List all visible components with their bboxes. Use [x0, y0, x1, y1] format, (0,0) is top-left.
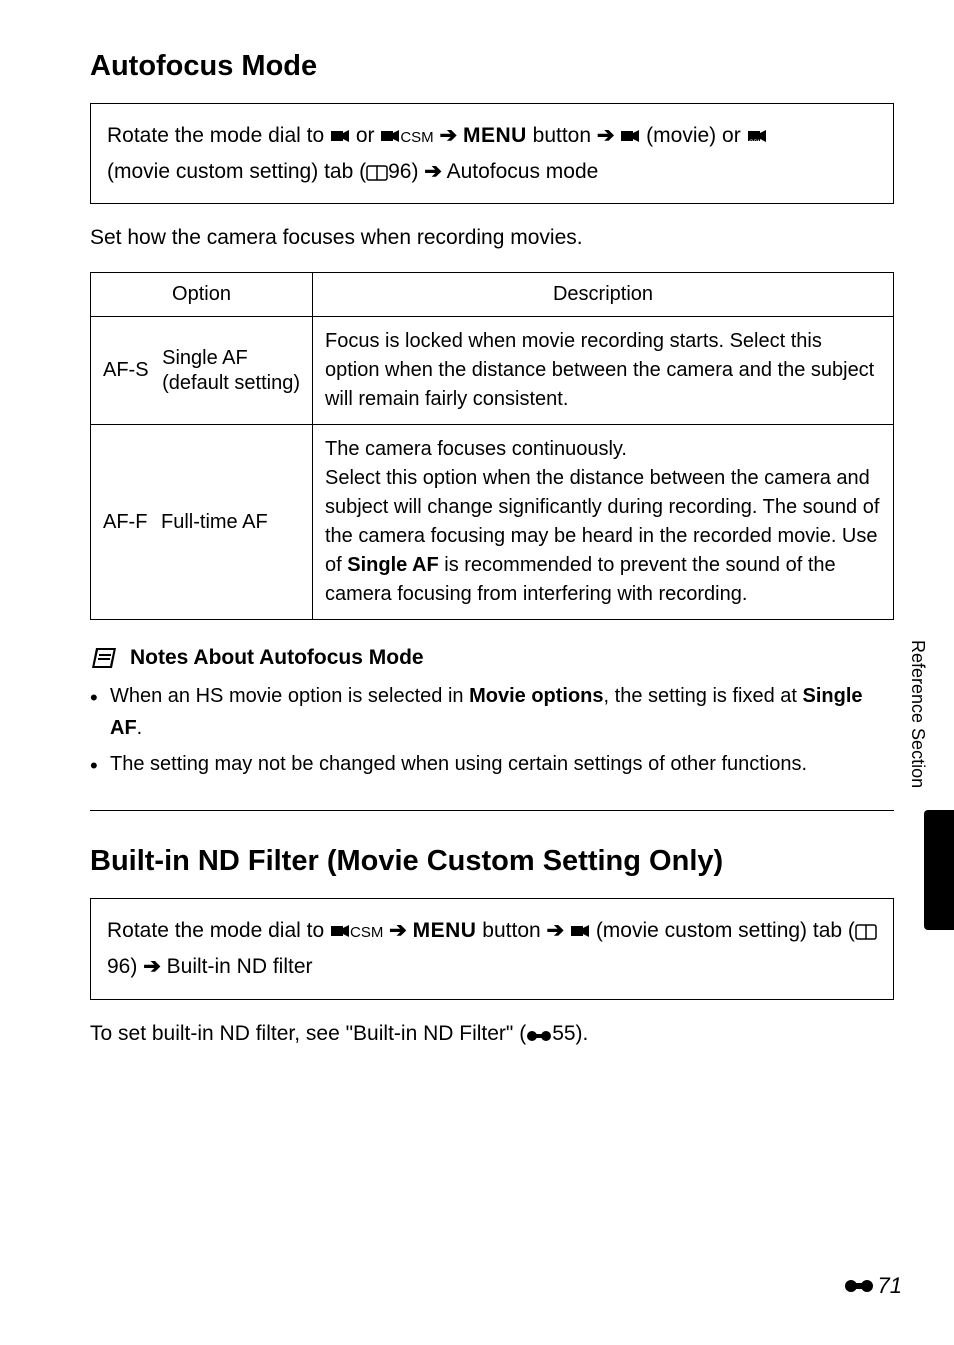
option-label-line: Single AF [162, 347, 248, 369]
arrow-icon: ➔ [597, 124, 620, 147]
arrow-icon: ➔ [143, 955, 161, 978]
movie-csm-icon: CSM [747, 127, 767, 145]
section-title-ndfilter: Built-in ND Filter (Movie Custom Setting… [90, 845, 894, 878]
section-divider [90, 810, 894, 811]
page-number-text: 71 [878, 1273, 902, 1299]
note-bold: Movie options [469, 685, 603, 707]
para-text: 55). [552, 1022, 588, 1045]
table-row: AF-F Full-time AF The camera focuses con… [91, 425, 894, 620]
af-code: AF-S [103, 359, 149, 382]
arrow-icon: ➔ [440, 124, 463, 147]
options-table: Option Description AF-S Single AF (defau… [90, 272, 894, 620]
header-option: Option [91, 273, 313, 317]
para-text: To set built-in ND filter, see "Built-in… [90, 1022, 526, 1045]
option-label-line: (default setting) [162, 372, 300, 394]
svg-text:CSM: CSM [749, 140, 762, 145]
note-text: , the setting is fixed at [604, 685, 803, 707]
menu-label: MENU [413, 919, 477, 942]
nav-text: button [482, 919, 546, 942]
ndfilter-text: To set built-in ND filter, see "Built-in… [90, 1022, 894, 1046]
notes-heading: Notes About Autofocus Mode [90, 646, 894, 670]
breadcrumb-ndfilter: Rotate the mode dial to CSM ➔ MENU butto… [90, 898, 894, 999]
movie-icon [380, 127, 400, 145]
page-icon [855, 922, 877, 940]
option-cell: AF-F Full-time AF [91, 425, 313, 620]
section-title-autofocus: Autofocus Mode [90, 50, 894, 83]
nav-text: or [356, 124, 381, 147]
csm-label: CSM [350, 924, 383, 941]
description-cell: Focus is locked when movie recording sta… [312, 317, 893, 425]
list-item: When an HS movie option is selected in M… [90, 680, 894, 744]
notes-title: Notes About Autofocus Mode [130, 646, 424, 670]
option-label: Full-time AF [161, 510, 268, 535]
side-section-label: Reference Section [907, 640, 928, 788]
csm-label: CSM [400, 129, 433, 146]
manual-page: Autofocus Mode Rotate the mode dial to o… [0, 0, 954, 1345]
list-item: The setting may not be changed when usin… [90, 748, 894, 780]
nav-text: Rotate the mode dial to [107, 124, 330, 147]
movie-csm-icon [570, 922, 590, 940]
nav-text: Built-in ND filter [167, 955, 313, 978]
header-description: Description [312, 273, 893, 317]
breadcrumb-autofocus: Rotate the mode dial to or CSM ➔ MENU bu… [90, 103, 894, 204]
nav-text: (movie custom setting) tab ( [596, 919, 855, 942]
page-number: 71 [844, 1273, 902, 1299]
movie-icon [620, 127, 640, 145]
table-header-row: Option Description [91, 273, 894, 317]
reference-icon [844, 1278, 874, 1294]
side-tab [924, 810, 954, 930]
nav-text: (movie) or [646, 124, 746, 147]
nav-text: button [533, 124, 597, 147]
movie-icon [330, 922, 350, 940]
arrow-icon: ➔ [547, 919, 570, 942]
note-icon [90, 646, 118, 670]
arrow-icon: ➔ [389, 919, 412, 942]
nav-text: Autofocus mode [447, 160, 599, 183]
notes-list: When an HS movie option is selected in M… [90, 680, 894, 780]
note-text: When an HS movie option is selected in [110, 685, 469, 707]
af-code: AF-F [103, 511, 147, 534]
movie-icon [330, 127, 350, 145]
page-ref: 96) [107, 955, 143, 978]
arrow-icon: ➔ [424, 160, 442, 183]
note-text: . [137, 717, 143, 739]
table-row: AF-S Single AF (default setting) Focus i… [91, 317, 894, 425]
description-cell: The camera focuses continuously. Select … [312, 425, 893, 620]
nav-text: Rotate the mode dial to [107, 919, 330, 942]
desc-bold: Single AF [347, 554, 438, 576]
option-cell: AF-S Single AF (default setting) [91, 317, 313, 425]
intro-text: Set how the camera focuses when recordin… [90, 226, 894, 250]
nav-text: (movie custom setting) tab ( [107, 160, 366, 183]
reference-icon [526, 1029, 552, 1043]
page-icon [366, 163, 388, 181]
page-ref: 96) [388, 160, 424, 183]
option-label: Single AF (default setting) [162, 346, 300, 396]
menu-label: MENU [463, 124, 527, 147]
